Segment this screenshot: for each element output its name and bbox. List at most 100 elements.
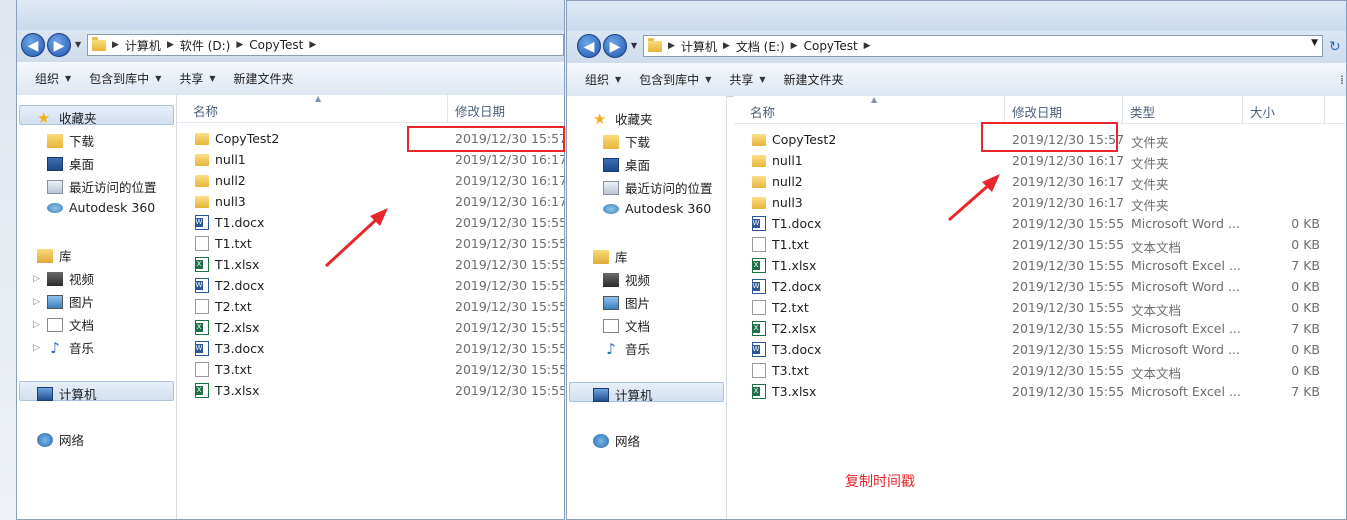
- nav-desktop[interactable]: 桌面: [603, 155, 650, 174]
- share-button[interactable]: 共享 ▼: [729, 71, 765, 88]
- text-file-icon: [752, 363, 766, 378]
- nav-videos[interactable]: ▷ 视频: [33, 269, 94, 288]
- nav-recent[interactable]: 最近访问的位置: [603, 178, 713, 197]
- nav-downloads[interactable]: 下载: [603, 132, 650, 151]
- file-row[interactable]: T1.txt 2019/12/30 15:55: [177, 233, 564, 254]
- forward-button[interactable]: ▶: [47, 33, 71, 57]
- file-row[interactable]: T3.xlsx 2019/12/30 15:55: [177, 380, 564, 401]
- file-row[interactable]: T3.docx 2019/12/30 15:55: [177, 338, 564, 359]
- breadcrumb-drive[interactable]: 软件 (D:): [180, 37, 230, 54]
- expand-arrow-icon[interactable]: ▷: [33, 274, 40, 284]
- file-row[interactable]: T1.xlsx 2019/12/30 15:55 Microsoft Excel .…: [734, 255, 1346, 276]
- file-row[interactable]: T2.xlsx 2019/12/30 15:55: [177, 317, 564, 338]
- nav-pictures[interactable]: 图片: [603, 293, 650, 312]
- breadcrumb-drive[interactable]: 文档 (E:): [736, 38, 785, 55]
- nav-desktop[interactable]: 桌面: [47, 154, 94, 173]
- file-row[interactable]: null3 2019/12/30 16:17 文件夹: [734, 192, 1346, 213]
- expand-arrow-icon[interactable]: ▷: [33, 320, 40, 330]
- new-folder-button[interactable]: 新建文件夹: [234, 70, 294, 87]
- new-folder-label: 新建文件夹: [783, 73, 844, 87]
- breadcrumb-folder[interactable]: CopyTest: [804, 39, 858, 53]
- nav-autodesk[interactable]: Autodesk 360: [47, 200, 155, 215]
- column-date[interactable]: 修改日期: [455, 101, 505, 120]
- organize-button[interactable]: 组织 ▼: [35, 70, 71, 87]
- nav-favorites[interactable]: ★ 收藏夹: [593, 109, 653, 128]
- text-file-icon: [752, 237, 766, 252]
- new-folder-button[interactable]: 新建文件夹: [784, 71, 844, 88]
- file-row[interactable]: T3.docx 2019/12/30 15:55 Microsoft Word ..…: [734, 339, 1346, 360]
- nav-recent[interactable]: 最近访问的位置: [47, 177, 157, 196]
- column-name[interactable]: 名称: [750, 102, 775, 121]
- nav-libraries[interactable]: 库: [37, 246, 72, 265]
- file-row[interactable]: T3.txt 2019/12/30 15:55 文本文档 0 KB: [734, 360, 1346, 381]
- file-row[interactable]: null3 2019/12/30 16:17: [177, 191, 564, 212]
- file-row[interactable]: T3.txt 2019/12/30 15:55: [177, 359, 564, 380]
- file-row[interactable]: null2 2019/12/30 16:17: [177, 170, 564, 191]
- share-button[interactable]: 共享 ▼: [179, 70, 215, 87]
- nav-favorites[interactable]: ★ 收藏夹: [37, 108, 97, 127]
- nav-downloads[interactable]: 下载: [47, 131, 94, 150]
- expand-arrow-icon[interactable]: ▷: [33, 297, 40, 307]
- file-size: 7 KB: [1291, 321, 1320, 336]
- file-size: 0 KB: [1291, 363, 1320, 378]
- nav-computer[interactable]: 计算机: [37, 384, 97, 403]
- music-note-icon: ♪: [50, 338, 60, 357]
- organize-button[interactable]: 组织 ▼: [585, 71, 621, 88]
- breadcrumb-folder[interactable]: CopyTest: [249, 38, 303, 52]
- recent-pages-dropdown[interactable]: ▼: [631, 41, 637, 50]
- chevron-right-icon: ▶: [790, 41, 798, 51]
- file-row[interactable]: T2.txt 2019/12/30 15:55: [177, 296, 564, 317]
- nav-videos[interactable]: 视频: [603, 270, 650, 289]
- breadcrumb-computer[interactable]: 计算机: [125, 37, 161, 54]
- column-divider[interactable]: [447, 95, 448, 122]
- file-row[interactable]: T2.txt 2019/12/30 15:55 文本文档 0 KB: [734, 297, 1346, 318]
- column-divider[interactable]: [1004, 96, 1005, 123]
- file-row[interactable]: null2 2019/12/30 16:17 文件夹: [734, 171, 1346, 192]
- nav-documents[interactable]: ▷ 文档: [33, 315, 94, 334]
- address-bar[interactable]: ▶ 计算机 ▶ 文档 (E:) ▶ CopyTest ▶ ▼: [643, 35, 1323, 57]
- file-row[interactable]: null1 2019/12/30 16:17: [177, 149, 564, 170]
- forward-button[interactable]: ▶: [603, 34, 627, 58]
- nav-network[interactable]: 网络: [37, 430, 84, 449]
- chevron-right-icon: ▶: [166, 40, 174, 50]
- address-bar[interactable]: ▶ 计算机 ▶ 软件 (D:) ▶ CopyTest ▶: [87, 34, 564, 56]
- column-type[interactable]: 类型: [1130, 102, 1155, 121]
- column-size[interactable]: 大小: [1250, 102, 1275, 121]
- column-date[interactable]: 修改日期: [1012, 102, 1062, 121]
- nav-libraries-label: 库: [59, 249, 72, 264]
- address-history-dropdown[interactable]: ▼: [1311, 38, 1318, 48]
- nav-documents[interactable]: 文档: [603, 316, 650, 335]
- nav-music[interactable]: ▷ ♪ 音乐: [33, 338, 94, 357]
- nav-network[interactable]: 网络: [593, 431, 640, 450]
- file-date: 2019/12/30 16:17: [1012, 174, 1125, 189]
- file-row[interactable]: T1.docx 2019/12/30 15:55: [177, 212, 564, 233]
- nav-libraries[interactable]: 库: [593, 247, 628, 266]
- include-in-library-button[interactable]: 包含到库中 ▼: [89, 70, 161, 87]
- star-icon: ★: [593, 109, 607, 128]
- file-type: Microsoft Excel ...: [1131, 384, 1241, 399]
- include-in-library-button[interactable]: 包含到库中 ▼: [639, 71, 711, 88]
- back-button[interactable]: ◀: [21, 33, 45, 57]
- nav-pictures[interactable]: ▷ 图片: [33, 292, 94, 311]
- breadcrumb-computer[interactable]: 计算机: [681, 38, 717, 55]
- recent-pages-dropdown[interactable]: ▼: [75, 40, 81, 49]
- file-row[interactable]: T1.xlsx 2019/12/30 15:55: [177, 254, 564, 275]
- nav-autodesk[interactable]: Autodesk 360: [603, 201, 711, 216]
- column-divider[interactable]: [1242, 96, 1243, 123]
- file-row[interactable]: T2.xlsx 2019/12/30 15:55 Microsoft Excel .…: [734, 318, 1346, 339]
- file-row[interactable]: T2.docx 2019/12/30 15:55: [177, 275, 564, 296]
- refresh-icon[interactable]: ↻: [1329, 39, 1341, 55]
- file-row[interactable]: T1.docx 2019/12/30 15:55 Microsoft Word ..…: [734, 213, 1346, 234]
- file-row[interactable]: T3.xlsx 2019/12/30 15:55 Microsoft Excel .…: [734, 381, 1346, 402]
- nav-computer[interactable]: 计算机: [593, 385, 653, 404]
- column-divider[interactable]: [1324, 96, 1325, 123]
- expand-arrow-icon[interactable]: ▷: [33, 343, 40, 353]
- column-divider[interactable]: [1122, 96, 1123, 123]
- back-button[interactable]: ◀: [577, 34, 601, 58]
- view-options-icon[interactable]: ⁞: [1340, 73, 1344, 87]
- column-name[interactable]: 名称: [193, 101, 218, 120]
- file-row[interactable]: null1 2019/12/30 16:17 文件夹: [734, 150, 1346, 171]
- file-row[interactable]: T1.txt 2019/12/30 15:55 文本文档 0 KB: [734, 234, 1346, 255]
- nav-music[interactable]: ♪ 音乐: [603, 339, 650, 358]
- file-row[interactable]: T2.docx 2019/12/30 15:55 Microsoft Word ..…: [734, 276, 1346, 297]
